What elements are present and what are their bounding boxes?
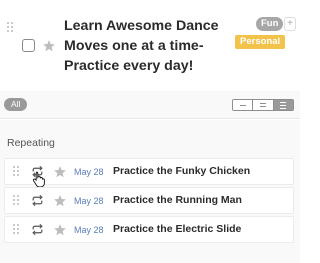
all-filter-pill[interactable]: All (4, 98, 28, 111)
repeat-icon[interactable] (31, 223, 44, 236)
filter-bar: All (0, 91, 300, 119)
item-date: May 28 (74, 196, 104, 206)
tag-personal[interactable]: Personal (235, 35, 286, 49)
star-icon[interactable] (53, 165, 67, 179)
tag-close-icon[interactable]: + (284, 17, 296, 31)
section-label-repeating: Repeating (7, 137, 55, 149)
compact-view-button[interactable] (252, 100, 273, 110)
detailed-view-button[interactable] (272, 100, 293, 110)
list-item[interactable]: May 28 Practice the Electric Slide (4, 216, 294, 243)
item-date: May 28 (74, 225, 104, 235)
task-complete-checkbox[interactable] (22, 39, 35, 52)
task-title[interactable]: Learn Awesome Dance Moves one at a time-… (64, 16, 242, 76)
hand-cursor-icon (32, 171, 46, 187)
drag-handle-icon[interactable] (13, 224, 19, 234)
task-card[interactable]: Learn Awesome Dance Moves one at a time-… (0, 0, 300, 90)
item-date: May 28 (74, 167, 104, 177)
list-view-button[interactable] (233, 100, 253, 110)
view-toggle (232, 99, 294, 111)
tag-fun[interactable]: Fun (256, 17, 284, 31)
drag-handle-icon[interactable] (13, 195, 19, 205)
star-icon[interactable] (53, 194, 67, 208)
star-icon[interactable] (42, 39, 56, 53)
drag-handle-icon[interactable] (13, 166, 19, 176)
list-item[interactable]: May 28 Practice the Running Man (4, 187, 294, 214)
star-icon[interactable] (53, 223, 67, 237)
repeat-icon[interactable] (31, 194, 44, 207)
item-title[interactable]: Practice the Running Man (113, 193, 242, 208)
item-title[interactable]: Practice the Funky Chicken (113, 164, 250, 179)
drag-handle-icon[interactable] (7, 22, 13, 32)
item-title[interactable]: Practice the Electric Slide (113, 222, 241, 237)
list-item[interactable]: May 28 Practice the Funky Chicken (4, 158, 294, 185)
